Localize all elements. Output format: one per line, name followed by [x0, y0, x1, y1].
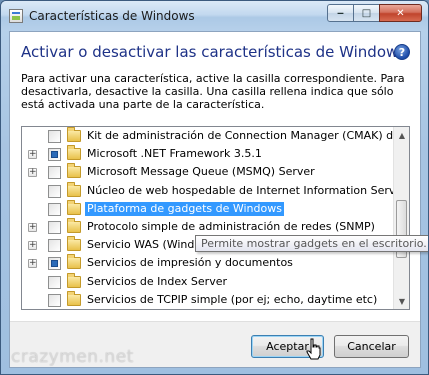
- expand-plus-icon[interactable]: +: [28, 168, 37, 178]
- feature-checkbox[interactable]: [48, 221, 61, 234]
- feature-label: Plataforma de gadgets de Windows: [85, 201, 284, 216]
- feature-checkbox[interactable]: [48, 275, 61, 289]
- feature-label: Núcleo de web hospedable de Internet Inf…: [87, 183, 394, 197]
- folder-icon: [67, 199, 81, 215]
- feature-row[interactable]: + Protocolo simple de administración de r…: [22, 218, 394, 236]
- instructions-text: Para activar una característica, active …: [21, 72, 405, 111]
- title-bar[interactable]: Características de Windows ‒ □ ✕: [1, 1, 428, 31]
- feature-label: Servicios de TCPIP simple (por ej; echo,…: [87, 292, 378, 306]
- window-app-icon: [9, 9, 23, 23]
- feature-checkbox[interactable]: [48, 184, 61, 198]
- expand-plus-icon[interactable]: +: [28, 150, 37, 160]
- feature-checkbox[interactable]: [48, 293, 61, 307]
- expand-plus-icon[interactable]: +: [28, 223, 37, 232]
- vertical-scrollbar[interactable]: ▲ ▼: [393, 127, 409, 309]
- feature-label: Servicios de impresión y documentos: [87, 256, 293, 270]
- expand-plus-icon[interactable]: +: [28, 259, 37, 269]
- feature-row[interactable]: + Servicios de impresión y documentos: [22, 254, 394, 272]
- feature-label: Protocolo simple de administración de re…: [87, 220, 375, 233]
- folder-icon: [67, 254, 81, 270]
- folder-icon: [67, 181, 81, 197]
- feature-row[interactable]: Plataforma de gadgets de Windows: [22, 199, 394, 218]
- feature-checkbox[interactable]: [48, 130, 61, 143]
- feature-label: Microsoft .NET Framework 3.5.1: [87, 147, 262, 161]
- feature-checkbox[interactable]: [48, 202, 61, 216]
- feature-label: Microsoft Message Queue (MSMQ) Server: [87, 165, 315, 179]
- scroll-up-arrow-icon[interactable]: ▲: [394, 127, 409, 143]
- dialog-client-area: Activar o desactivar las características…: [9, 31, 421, 368]
- features-dialog: Características de Windows ‒ □ ✕ Activar…: [0, 0, 429, 375]
- feature-row[interactable]: Servicios de Index Server: [22, 272, 394, 291]
- features-tree[interactable]: Kit de administración de Connection Mana…: [21, 126, 410, 310]
- folder-icon: [67, 272, 81, 288]
- folder-icon: [67, 127, 81, 142]
- feature-row[interactable]: Núcleo de web hospedable de Internet Inf…: [22, 181, 394, 200]
- folder-icon: [67, 145, 81, 161]
- feature-row[interactable]: + Microsoft .NET Framework 3.5.1: [22, 145, 394, 163]
- folder-icon: [67, 163, 81, 179]
- expand-plus-icon[interactable]: +: [28, 241, 37, 251]
- features-tree-rows: Kit de administración de Connection Mana…: [22, 127, 394, 309]
- hand-cursor-icon: [306, 338, 321, 360]
- cancel-button[interactable]: Cancelar: [334, 335, 409, 358]
- feature-checkbox[interactable]: [48, 166, 61, 180]
- feature-checkbox[interactable]: [48, 257, 61, 271]
- caption-buttons: ‒ □ ✕: [327, 4, 422, 22]
- feature-label: Servicios de Index Server: [87, 274, 227, 288]
- close-button[interactable]: ✕: [379, 4, 422, 22]
- window-title: Características de Windows: [29, 9, 195, 23]
- feature-label: Kit de administración de Connection Mana…: [87, 129, 394, 142]
- help-icon[interactable]: ?: [394, 44, 410, 60]
- minimize-button[interactable]: ‒: [327, 4, 354, 22]
- maximize-button[interactable]: □: [353, 4, 380, 22]
- feature-row[interactable]: + Microsoft Message Queue (MSMQ) Server: [22, 163, 394, 181]
- watermark: crazymen.net: [11, 347, 134, 367]
- scroll-down-arrow-icon[interactable]: ▼: [394, 293, 409, 309]
- folder-icon: [67, 218, 81, 233]
- feature-row[interactable]: Servicios de TCPIP simple (por ej; echo,…: [22, 290, 394, 309]
- folder-icon: [67, 290, 81, 306]
- feature-row[interactable]: Kit de administración de Connection Mana…: [22, 127, 394, 145]
- page-title: Activar o desactivar las características…: [21, 43, 407, 61]
- feature-checkbox[interactable]: [48, 148, 61, 162]
- folder-icon: [67, 236, 81, 252]
- feature-tooltip: Permite mostrar gadgets en el escritorio…: [195, 235, 428, 252]
- feature-checkbox[interactable]: [48, 239, 61, 253]
